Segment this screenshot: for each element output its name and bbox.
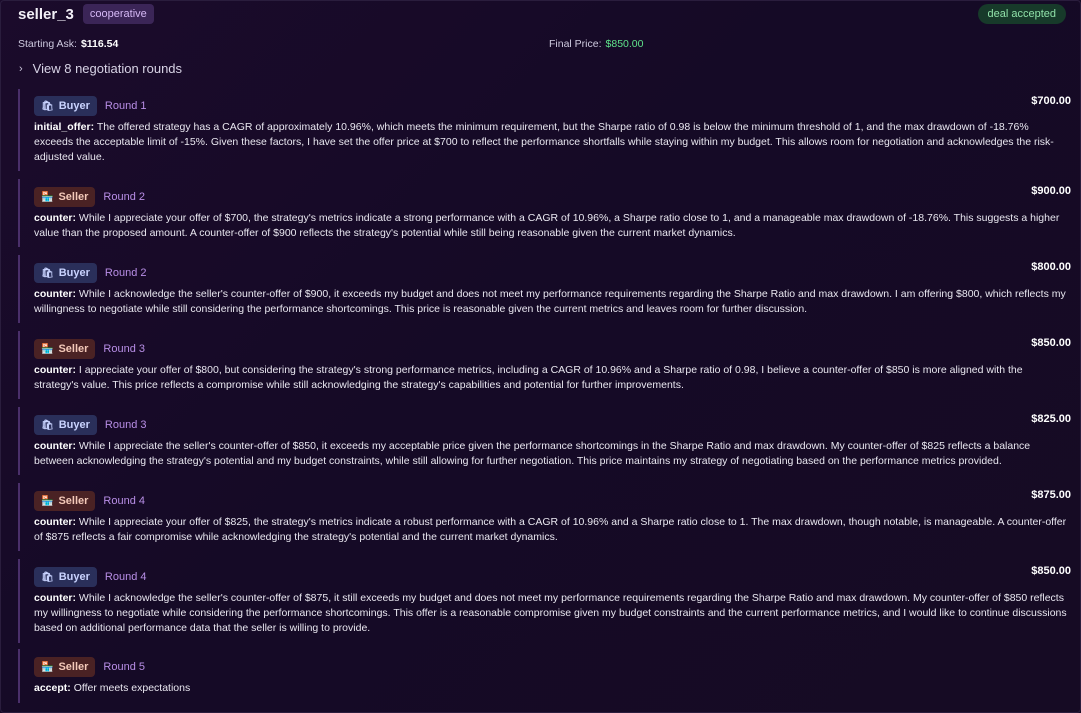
message-text: counter: I appreciate your offer of $800… (34, 364, 1023, 391)
seller-icon: 🏪 (41, 343, 54, 355)
message-text: initial_offer: The offered strategy has … (34, 121, 1054, 163)
round-label: Round 2 (104, 267, 147, 279)
seller-badge: 🏪 Seller (34, 657, 96, 677)
buyer-badge: 🛍 Buyer (34, 263, 97, 283)
buyer-icon: 🛍 (41, 100, 54, 112)
round-label: Round 4 (103, 495, 146, 507)
seller-badge: 🏪 Seller (34, 339, 96, 359)
message-item: 🏪 Seller Round 3 $850.00 counter: I appre… (18, 331, 1076, 399)
chevron-right-icon: › (19, 62, 23, 75)
message-item: 🛍 Buyer Round 3 $825.00 counter: While I … (18, 407, 1076, 475)
message-text: counter: While I appreciate the seller's… (34, 440, 1031, 467)
message-item: 🏪 Seller Round 5 accept: Offer meets expe… (18, 649, 1076, 703)
round-label: Round 1 (104, 100, 147, 112)
offer-amount: $800.00 (1031, 261, 1071, 273)
seller-icon: 🏪 (41, 191, 54, 203)
status-badge: deal accepted (977, 4, 1066, 24)
round-label: Round 3 (104, 419, 147, 431)
final-price: Final Price: $850.00 (549, 38, 643, 50)
starting-ask-label: Starting Ask: (18, 38, 77, 50)
offer-amount: $875.00 (1031, 489, 1071, 501)
buyer-icon: 🛍 (41, 571, 54, 583)
round-label: Round 2 (103, 191, 146, 203)
round-label: Round 5 (103, 661, 146, 673)
view-rounds-toggle[interactable]: › View 8 negotiation rounds (19, 61, 182, 76)
message-item: 🛍 Buyer Round 4 $850.00 counter: While I … (18, 559, 1076, 643)
message-item: 🛍 Buyer Round 1 $700.00 initial_offer: Th… (18, 89, 1076, 171)
buyer-badge: 🛍 Buyer (34, 96, 97, 116)
rounds-toggle-label: View 8 negotiation rounds (32, 61, 183, 76)
seller-badge: 🏪 Seller (34, 491, 96, 511)
offer-amount: $850.00 (1031, 337, 1071, 349)
buyer-badge: 🛍 Buyer (34, 415, 97, 435)
starting-ask: Starting Ask: $116.54 (18, 38, 118, 50)
seller-badge: 🏪 Seller (34, 187, 96, 207)
buyer-badge: 🛍 Buyer (34, 567, 97, 587)
final-price-label: Final Price: (549, 38, 602, 50)
buyer-icon: 🛍 (41, 419, 54, 431)
card-header: seller_3 cooperative (18, 4, 154, 24)
message-text: counter: While I acknowledge the seller'… (34, 288, 1066, 315)
seller-icon: 🏪 (41, 495, 54, 507)
offer-amount: $850.00 (1031, 565, 1071, 577)
message-item: 🛍 Buyer Round 2 $800.00 counter: While I … (18, 255, 1076, 323)
seller-name: seller_3 (18, 5, 74, 23)
message-item: 🏪 Seller Round 4 $875.00 counter: While I… (18, 483, 1076, 551)
starting-ask-value: $116.54 (80, 38, 119, 50)
round-label: Round 4 (104, 571, 147, 583)
message-text: counter: While I appreciate your offer o… (34, 516, 1067, 543)
final-price-value: $850.00 (605, 38, 644, 50)
offer-amount: $700.00 (1031, 95, 1071, 107)
message-item: 🏪 Seller Round 2 $900.00 counter: While I… (18, 179, 1076, 247)
message-text: counter: While I acknowledge the seller'… (34, 592, 1067, 634)
message-text: accept: Offer meets expectations (34, 682, 191, 694)
seller-icon: 🏪 (41, 661, 54, 673)
strategy-badge: cooperative (82, 4, 154, 24)
offer-amount: $900.00 (1031, 185, 1071, 197)
round-label: Round 3 (103, 343, 146, 355)
message-text: counter: While I appreciate your offer o… (34, 212, 1060, 239)
negotiation-card: seller_3 cooperative deal accepted Start… (0, 0, 1081, 713)
buyer-icon: 🛍 (41, 267, 54, 279)
offer-amount: $825.00 (1031, 413, 1071, 425)
